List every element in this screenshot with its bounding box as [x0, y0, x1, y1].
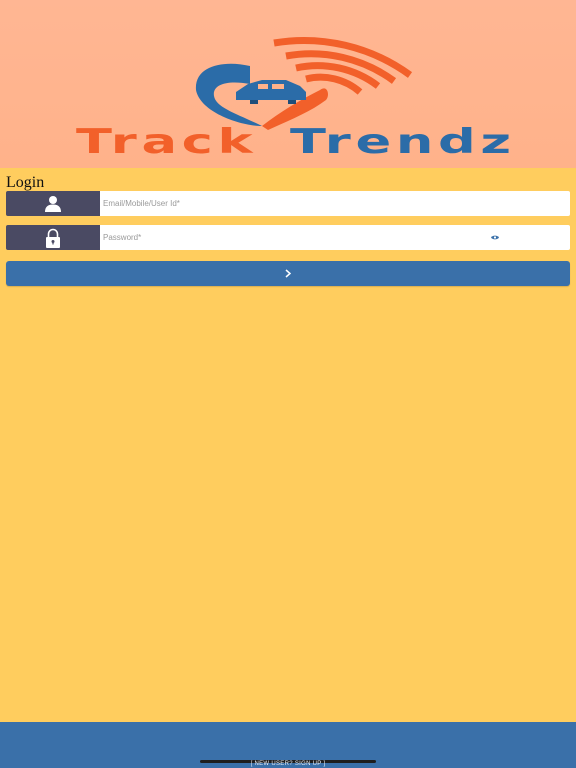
login-title: Login — [6, 174, 45, 191]
lock-icon — [46, 228, 60, 248]
car-icon — [236, 80, 306, 104]
password-field-row — [6, 225, 570, 250]
chevron-right-icon — [285, 269, 291, 278]
eye-icon — [491, 235, 499, 240]
email-icon-box — [6, 191, 100, 216]
header-banner: Track Trendz — [0, 0, 576, 168]
login-submit-button[interactable] — [6, 261, 570, 286]
signup-link[interactable]: [ NEW USER? SIGN UP ] — [0, 761, 576, 767]
email-input[interactable] — [100, 191, 570, 216]
password-icon-box — [6, 225, 100, 250]
brand-trendz-text: Trendz — [290, 122, 516, 162]
email-field-row — [6, 191, 570, 216]
password-visibility-toggle[interactable] — [488, 225, 502, 250]
user-icon — [45, 196, 61, 212]
brand-track-text: Track — [76, 122, 258, 162]
